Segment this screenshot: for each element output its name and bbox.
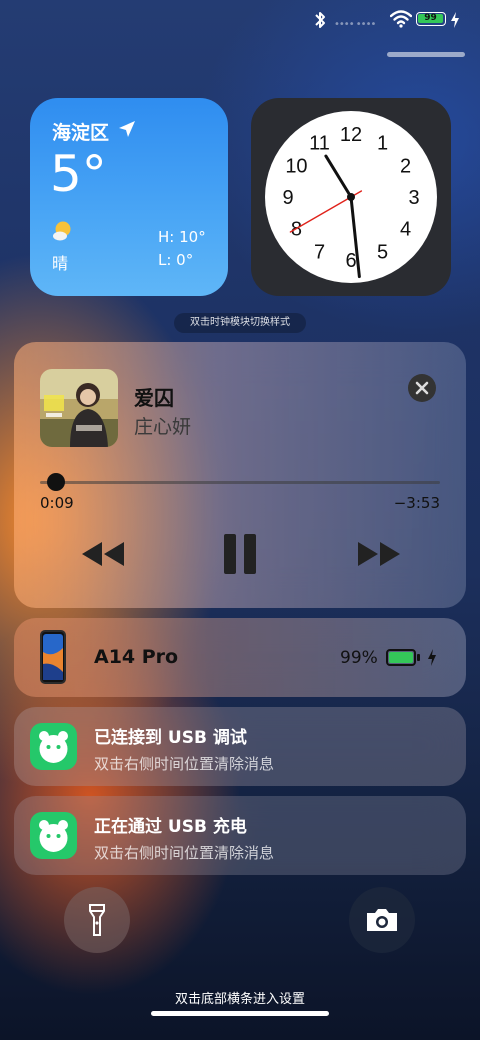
weather-condition: 晴	[52, 254, 69, 273]
status-bar: •••• •••• 99	[0, 0, 480, 40]
clock-numeral: 3	[408, 187, 419, 209]
weather-temperature: 5°	[50, 145, 107, 203]
clock-numeral: 7	[314, 242, 325, 264]
device-battery-icon	[386, 649, 416, 666]
clock-numeral: 12	[340, 124, 362, 146]
song-title: 爱囚	[134, 386, 174, 410]
weather-location: 海淀区	[52, 122, 110, 144]
weather-low: L: 0°	[158, 251, 194, 269]
signal-placeholder: •••• ••••	[334, 19, 376, 30]
clock-numeral: 10	[285, 156, 307, 178]
notification-usb-debug[interactable]: 已连接到 USB 调试 双击右侧时间位置清除消息	[14, 707, 466, 786]
camera-button[interactable]	[349, 887, 415, 953]
bluetooth-icon	[315, 12, 325, 28]
clock-numeral: 8	[291, 219, 302, 241]
status-battery: 99	[416, 12, 446, 26]
rewind-icon	[82, 542, 124, 566]
rewind-button[interactable]	[78, 532, 128, 576]
sun-cloud-icon	[53, 221, 71, 241]
bottom-settings-hint: 双击底部横条进入设置	[174, 992, 305, 1007]
music-player-card[interactable]: 爱囚 庄心妍 0:09 −3:53	[14, 342, 466, 608]
notification-title: 已连接到 USB 调试	[94, 728, 247, 748]
charging-bolt-icon	[451, 12, 459, 28]
flashlight-icon	[89, 904, 105, 936]
weather-high: H: 10°	[158, 228, 206, 246]
home-indicator-bar[interactable]	[151, 1011, 329, 1016]
clock-numeral: 9	[282, 187, 293, 209]
time-elapsed: 0:09	[40, 494, 74, 512]
phone-icon	[40, 630, 66, 684]
close-player-button[interactable]	[408, 374, 436, 402]
device-name: A14 Pro	[94, 646, 179, 668]
clock-numeral: 1	[377, 132, 388, 154]
close-icon	[415, 381, 429, 395]
fast-forward-icon	[358, 542, 400, 566]
charging-bolt-icon	[428, 649, 436, 666]
analog-clock: 12 12 3 45678 9 1011	[265, 111, 437, 283]
album-art-image	[40, 369, 118, 447]
weather-widget[interactable]: 海淀区 5° 晴 H: 10° L: 0°	[30, 98, 228, 296]
pause-button[interactable]	[215, 532, 265, 576]
progress-track[interactable]	[40, 481, 440, 484]
clock-style-hint: 双击时钟模块切换样式	[174, 313, 306, 333]
clock-numeral: 2	[400, 156, 411, 178]
clock-numeral: 4	[400, 219, 411, 241]
wifi-icon	[390, 10, 412, 28]
notification-title: 正在通过 USB 充电	[94, 817, 247, 837]
clock-widget[interactable]: 12 1 2 3 4 5 6 7 8 9 10 11	[251, 98, 451, 296]
location-arrow-icon	[119, 121, 135, 137]
notification-body: 双击右侧时间位置清除消息	[94, 755, 275, 773]
notification-body: 双击右侧时间位置清除消息	[94, 844, 275, 862]
device-battery-card[interactable]: A14 Pro 99%	[14, 618, 466, 697]
device-battery-cap	[417, 654, 420, 661]
device-battery-percent: 99%	[340, 648, 378, 668]
notification-usb-charging[interactable]: 正在通过 USB 充电 双击右侧时间位置清除消息	[14, 796, 466, 875]
album-art[interactable]	[40, 369, 118, 447]
clock-numeral: 5	[377, 242, 388, 264]
clock-numeral: 11	[309, 132, 330, 154]
time-remaining: −3:53	[393, 494, 440, 512]
device-battery-fill	[389, 652, 413, 663]
progress-knob[interactable]	[47, 473, 65, 491]
status-battery-level: 99	[424, 13, 437, 23]
song-artist: 庄心妍	[134, 416, 192, 438]
clock-numeral: 6	[345, 250, 356, 272]
camera-icon	[367, 909, 397, 931]
clock-center	[347, 193, 355, 201]
fast-forward-button[interactable]	[354, 532, 404, 576]
android-app-icon	[30, 723, 77, 770]
pause-icon	[224, 534, 256, 574]
top-handle[interactable]	[387, 52, 465, 57]
android-app-icon	[30, 812, 77, 859]
flashlight-button[interactable]	[64, 887, 130, 953]
